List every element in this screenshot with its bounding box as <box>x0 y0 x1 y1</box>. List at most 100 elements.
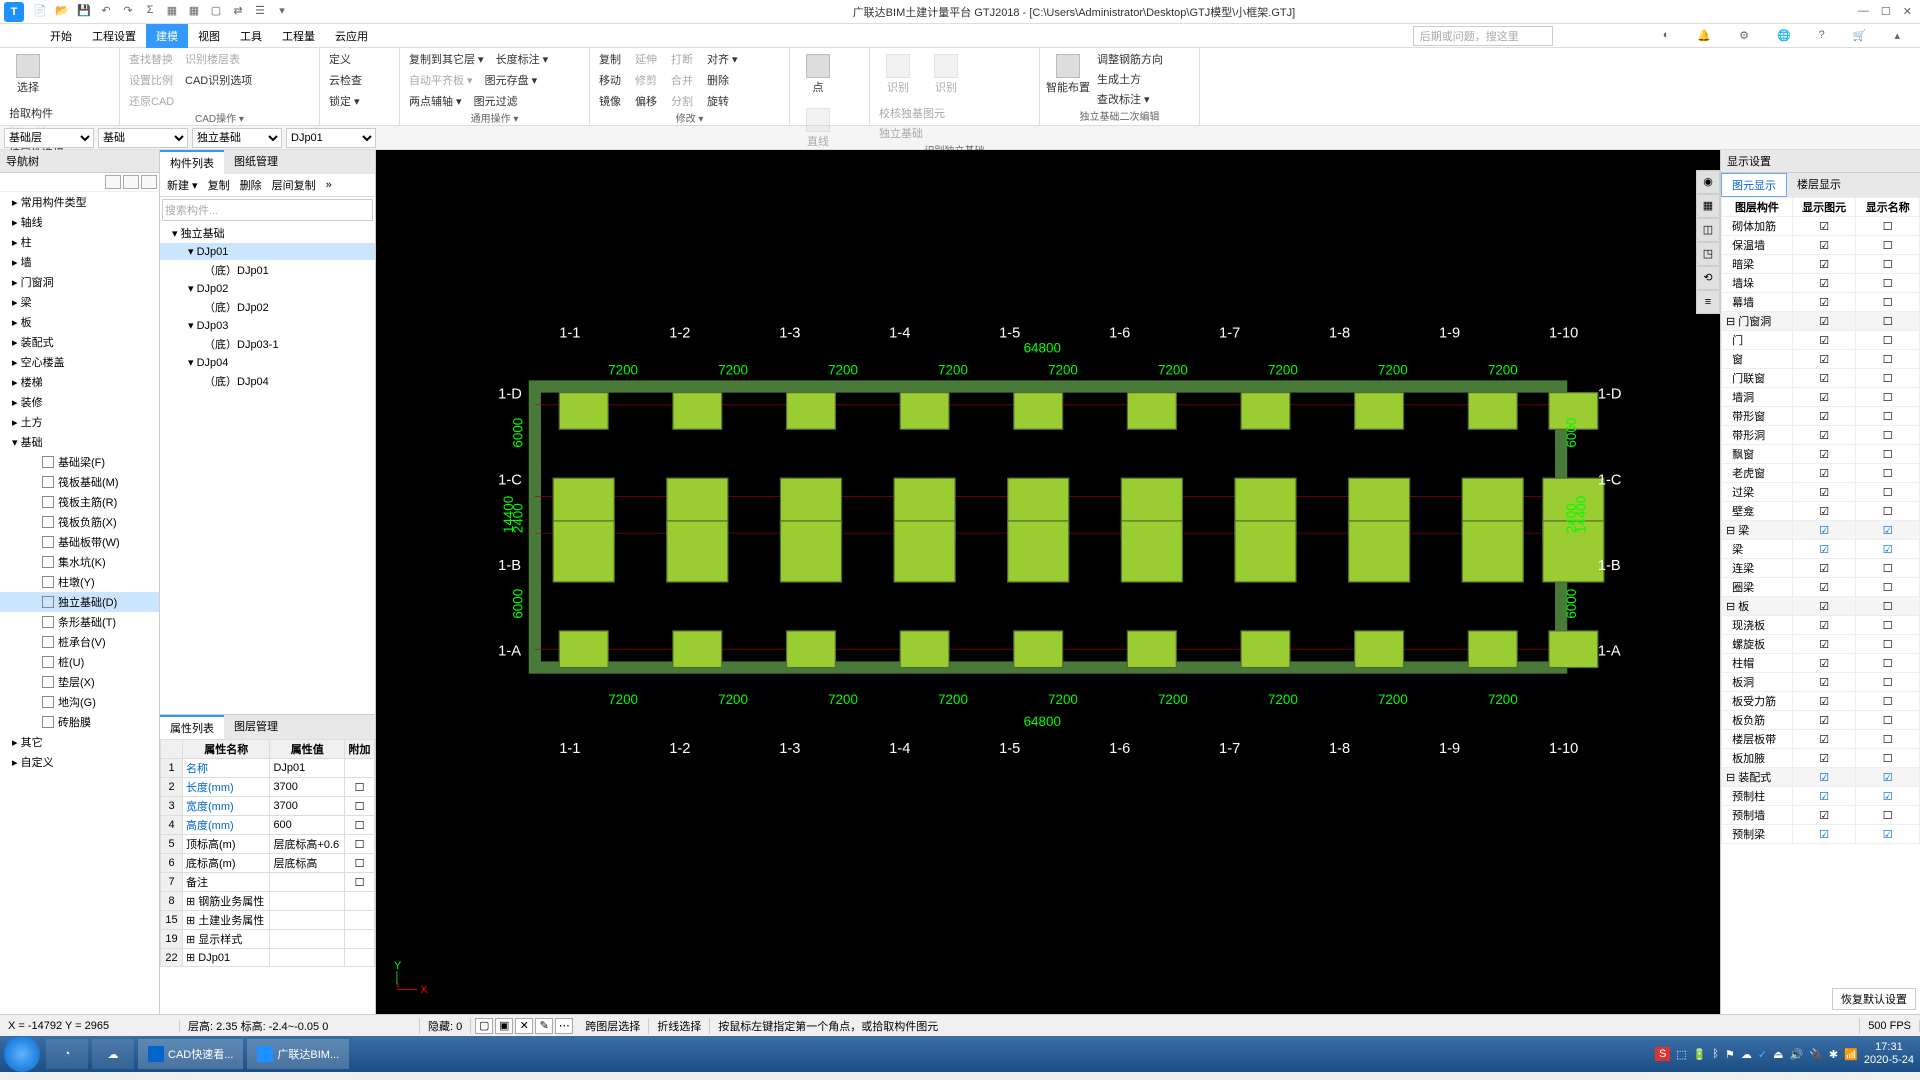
pinned-app[interactable]: ☁ <box>92 1039 134 1069</box>
property-row[interactable]: 1名称DJp01 <box>161 759 375 778</box>
sb-btn[interactable]: ✕ <box>515 1018 533 1034</box>
line-button[interactable]: 直线 <box>796 104 840 154</box>
nav-subitem[interactable]: 独立基础(D) <box>0 592 159 612</box>
display-row[interactable]: 螺旋板☑☐ <box>1722 635 1920 654</box>
nav-subitem[interactable]: 基础梁(F) <box>0 452 159 472</box>
nav-item[interactable]: ▸ 轴线 <box>0 212 159 232</box>
display-row[interactable]: 飘窗☑☐ <box>1722 445 1920 464</box>
drawing-canvas[interactable]: 1-172001-272001-372001-472001-572001-672… <box>376 150 1720 1014</box>
qat-undo-icon[interactable]: ↶ <box>98 4 114 20</box>
tool-icon[interactable] <box>123 175 139 189</box>
display-row[interactable]: 预制墙☑☐ <box>1722 806 1920 825</box>
component-select[interactable]: DJp01 <box>286 128 376 148</box>
sb-btn[interactable]: ▣ <box>495 1018 513 1034</box>
nav-item[interactable]: ▸ 门窗洞 <box>0 272 159 292</box>
nav-item[interactable]: ▸ 柱 <box>0 232 159 252</box>
qat-icon[interactable]: ▦ <box>186 4 202 20</box>
point-button[interactable]: 点 <box>796 50 840 100</box>
nav-item[interactable]: ▸ 常用构件类型 <box>0 192 159 212</box>
help-search[interactable]: 后期或问题，搜这里 <box>1413 26 1553 46</box>
display-row[interactable]: 梁☑☑ <box>1722 540 1920 559</box>
display-row[interactable]: ⊟ 板☑☐ <box>1722 597 1920 616</box>
qat-icon[interactable]: ▦ <box>164 4 180 20</box>
gear-icon[interactable]: ⚙ <box>1729 25 1759 46</box>
help-icon[interactable]: ? <box>1809 25 1835 46</box>
component-item[interactable]: （底）DJp01 <box>160 260 375 280</box>
tab-drawing-mgmt[interactable]: 图纸管理 <box>224 150 288 174</box>
nav-subitem[interactable]: 筏板基础(M) <box>0 472 159 492</box>
pick-component[interactable]: 拾取构件 <box>6 104 67 122</box>
property-row[interactable]: 5顶标高(m)层底标高+0.6☐ <box>161 835 375 854</box>
collapse-icon[interactable]: ▴ <box>1884 25 1910 46</box>
sb-btn[interactable]: ⋯ <box>555 1018 573 1034</box>
display-row[interactable]: 板负筋☑☐ <box>1722 711 1920 730</box>
display-row[interactable]: 老虎窗☑☐ <box>1722 464 1920 483</box>
tab-layers[interactable]: 图层管理 <box>224 715 288 739</box>
nav-subitem[interactable]: 桩(U) <box>0 652 159 672</box>
nav-subitem[interactable]: 地沟(G) <box>0 692 159 712</box>
display-row[interactable]: ⊟ 门窗洞☑☐ <box>1722 312 1920 331</box>
nav-item[interactable]: ▸ 空心楼盖 <box>0 352 159 372</box>
select-button[interactable]: 选择 <box>6 50 50 100</box>
tray-icon[interactable]: 🔋 <box>1693 1048 1707 1061</box>
more-button[interactable]: » <box>323 176 335 194</box>
nav-item[interactable]: ▸ 楼梯 <box>0 372 159 392</box>
tray-icon[interactable]: ✱ <box>1829 1048 1838 1061</box>
maximize-button[interactable]: ☐ <box>1881 5 1891 18</box>
tray-icon[interactable]: ☁ <box>1741 1048 1752 1061</box>
nav-item[interactable]: ▸ 墙 <box>0 252 159 272</box>
copy-button[interactable]: 复制 <box>205 176 233 194</box>
display-row[interactable]: 现浇板☑☐ <box>1722 616 1920 635</box>
bell-icon[interactable]: 🔔 <box>1687 25 1721 46</box>
display-row[interactable]: 预制梁☑☑ <box>1722 825 1920 844</box>
polyline-button[interactable]: 折线选择 <box>649 1018 710 1034</box>
menu-view[interactable]: 视图 <box>188 24 230 48</box>
display-row[interactable]: 带形洞☑☐ <box>1722 426 1920 445</box>
display-row[interactable]: 过梁☑☐ <box>1722 483 1920 502</box>
category-select[interactable]: 基础 <box>98 128 188 148</box>
component-item[interactable]: ▾ DJp03 <box>160 317 375 334</box>
nav-subitem[interactable]: 柱墩(Y) <box>0 572 159 592</box>
start-button[interactable] <box>4 1036 40 1072</box>
delete-button[interactable]: 删除 <box>237 176 265 194</box>
nav-tree[interactable]: ▸ 常用构件类型▸ 轴线▸ 柱▸ 墙▸ 门窗洞▸ 梁▸ 板▸ 装配式▸ 空心楼盖… <box>0 192 159 772</box>
component-item[interactable]: ▾ 独立基础 <box>160 223 375 243</box>
nav-subitem[interactable]: 砖胎膜 <box>0 712 159 732</box>
property-row[interactable]: 7备注☐ <box>161 873 375 892</box>
nav-item[interactable]: ▸ 自定义 <box>0 752 159 772</box>
view-icon[interactable]: ◫ <box>1696 218 1720 242</box>
nav-item[interactable]: ▸ 其它 <box>0 732 159 752</box>
display-row[interactable]: 带形窗☑☐ <box>1722 407 1920 426</box>
menu-model[interactable]: 建模 <box>146 24 188 48</box>
close-button[interactable]: ✕ <box>1903 5 1912 18</box>
component-tree[interactable]: ▾ 独立基础▾ DJp01（底）DJp01▾ DJp02（底）DJp02▾ DJ… <box>160 223 375 714</box>
display-layer-table[interactable]: 图层构件显示图元显示名称 砌体加筋☑☐ 保温墙☑☐ 暗梁☑☐ 墙垛☑☐ 幕墙☑☐… <box>1721 197 1920 844</box>
tab-component-list[interactable]: 构件列表 <box>160 150 224 174</box>
view-icon[interactable]: ▦ <box>1696 194 1720 218</box>
display-row[interactable]: 保温墙☑☐ <box>1722 236 1920 255</box>
component-item[interactable]: ▾ DJp04 <box>160 354 375 371</box>
display-row[interactable]: 墙洞☑☐ <box>1722 388 1920 407</box>
view-icon[interactable]: ◳ <box>1696 242 1720 266</box>
display-row[interactable]: 暗梁☑☐ <box>1722 255 1920 274</box>
display-row[interactable]: 门联窗☑☐ <box>1722 369 1920 388</box>
globe-icon[interactable]: 🌐 <box>1767 25 1801 46</box>
cart-icon[interactable]: 🛒 <box>1843 25 1877 46</box>
menu-quantity[interactable]: 工程量 <box>272 24 325 48</box>
nav-item[interactable]: ▸ 装修 <box>0 392 159 412</box>
tray-icon[interactable]: 📶 <box>1844 1048 1858 1061</box>
property-row[interactable]: 8⊞ 钢筋业务属性 <box>161 892 375 911</box>
property-row[interactable]: 19⊞ 显示样式 <box>161 930 375 949</box>
tab-element-display[interactable]: 图元显示 <box>1721 173 1787 197</box>
tool-icon[interactable] <box>141 175 157 189</box>
cross-layer-button[interactable]: 跨图层选择 <box>577 1018 649 1034</box>
component-search[interactable]: 搜索构件... <box>162 199 373 221</box>
tab-properties[interactable]: 属性列表 <box>160 715 224 739</box>
tray-icon[interactable]: S <box>1655 1047 1670 1061</box>
nav-subitem[interactable]: 基础板带(W) <box>0 532 159 552</box>
qat-save-icon[interactable]: 💾 <box>76 4 92 20</box>
nav-item[interactable]: ▸ 梁 <box>0 292 159 312</box>
display-row[interactable]: 砌体加筋☑☐ <box>1722 217 1920 236</box>
view-icon[interactable]: ◉ <box>1696 170 1720 194</box>
property-row[interactable]: 4高度(mm)600☐ <box>161 816 375 835</box>
